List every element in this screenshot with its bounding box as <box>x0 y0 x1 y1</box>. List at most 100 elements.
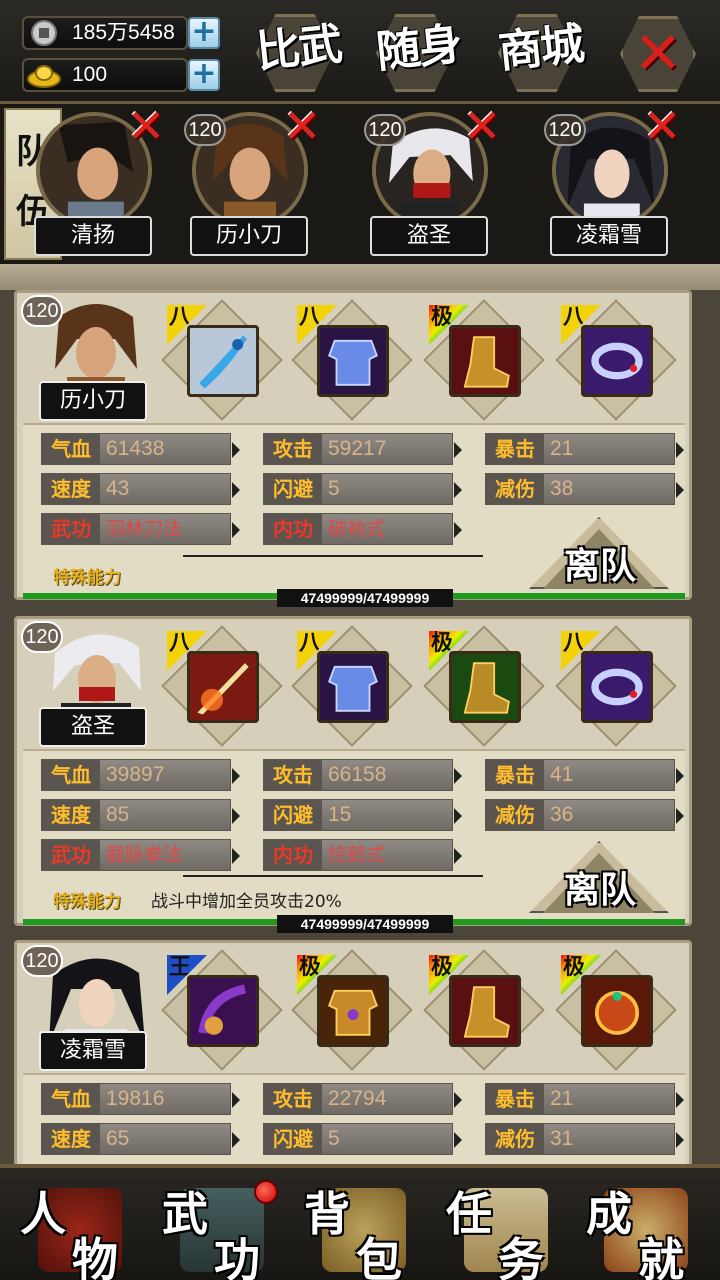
stat-reduce: 减伤 36 <box>485 799 684 831</box>
equip-slot-boots[interactable]: 极 <box>423 625 545 747</box>
nav-quest[interactable]: 任 务 <box>434 1174 574 1280</box>
weapon-icon <box>187 651 259 723</box>
nav-character[interactable]: 人 物 <box>8 1174 148 1280</box>
hero-name: 凌霜雪 <box>39 1031 147 1071</box>
hero-card: 120 历小刀 八 八 极 八 气血 61438 攻击 59217 暴击 21 … <box>14 290 692 607</box>
bracelet-icon <box>581 651 653 723</box>
stat-attack: 攻击 66158 <box>263 759 462 791</box>
hero-stats: 气血 39897 攻击 66158 暴击 41 速度 85 闪避 15 减伤 3… <box>23 749 685 919</box>
stat-value: 22794 <box>328 1087 387 1110</box>
nav-label-2: 务 <box>498 1233 544 1280</box>
remove-member-icon[interactable]: ✕ <box>460 103 504 150</box>
hp-text: 47499999/47499999 <box>277 915 453 933</box>
equip-slot-weapon[interactable]: 八 <box>161 625 283 747</box>
stat-crit: 暴击 21 <box>485 433 684 465</box>
bracelet-icon <box>581 325 653 397</box>
stat-value: 61438 <box>106 437 165 460</box>
armor-icon <box>317 651 389 723</box>
stat-label: 攻击 <box>264 1084 322 1114</box>
member-name: 盗圣 <box>370 216 488 256</box>
equip-slot-boots[interactable]: 极 <box>423 949 545 1071</box>
nav-label-2: 功 <box>214 1233 260 1280</box>
divider <box>183 555 483 557</box>
stat-crit: 暴击 41 <box>485 759 684 791</box>
hero-list[interactable]: 120 历小刀 八 八 极 八 气血 61438 攻击 59217 暴击 21 … <box>0 264 720 1164</box>
content-band <box>0 264 720 290</box>
stat-label: 速度 <box>42 474 100 504</box>
silver-amount: 185万5458 <box>72 21 175 44</box>
remove-member-icon[interactable]: ✕ <box>124 103 168 150</box>
member-level: 120 <box>544 114 586 146</box>
stat-label: 暴击 <box>486 434 544 464</box>
add-gold-button[interactable]: + <box>188 59 220 91</box>
whip-icon <box>187 975 259 1047</box>
stat-value: 19816 <box>106 1087 165 1110</box>
arena-label: 比武 <box>254 18 343 79</box>
stat-label: 内功 <box>264 840 322 870</box>
nav-achievement[interactable]: 成 就 <box>574 1174 714 1280</box>
stat-value: 21 <box>550 1087 574 1110</box>
stat-value: 31 <box>550 1127 574 1150</box>
close-icon: ✕ <box>633 19 683 87</box>
arena-button[interactable]: 比武 <box>246 6 346 98</box>
stat-speed: 速度 43 <box>41 473 240 505</box>
equip-slot-accessory[interactable]: 八 <box>555 299 677 421</box>
leave-team-button[interactable]: 离队 <box>523 517 677 589</box>
equip-slot-boots[interactable]: 极 <box>423 299 545 421</box>
hero-stats: 气血 19816 攻击 22794 暴击 21 速度 65 闪避 5 减伤 31 <box>23 1073 685 1164</box>
hero-name: 盗圣 <box>39 707 147 747</box>
stat-inner[interactable]: 内功 破衲式 <box>263 513 462 545</box>
add-silver-button[interactable]: + <box>188 17 220 49</box>
team-member[interactable]: 120 ✕ 历小刀 <box>184 103 321 258</box>
stat-label: 武功 <box>42 840 100 870</box>
stat-value: 66158 <box>328 763 387 786</box>
equip-slot-weapon[interactable]: 王 <box>161 949 283 1071</box>
stat-martial[interactable]: 武功 截脉拳法 <box>41 839 240 871</box>
stat-inner[interactable]: 内功 控鹤式 <box>263 839 462 871</box>
stat-value: 39897 <box>106 763 165 786</box>
leave-team-label: 离队 <box>563 869 636 911</box>
equip-slot-armor[interactable]: 八 <box>291 625 413 747</box>
team-member[interactable]: 120 ✕ 凌霜雪 <box>544 103 681 258</box>
stat-dodge: 闪避 5 <box>263 473 462 505</box>
special-label: 特殊能力 <box>53 568 121 588</box>
close-button[interactable]: ✕ <box>620 16 696 92</box>
hero-stats: 气血 61438 攻击 59217 暴击 21 速度 43 闪避 5 减伤 38 <box>23 423 685 593</box>
stat-martial[interactable]: 武功 羽林刀法 <box>41 513 240 545</box>
nav-bag[interactable]: 背 包 <box>292 1174 432 1280</box>
equip-slot-accessory[interactable]: 八 <box>555 625 677 747</box>
stat-label: 减伤 <box>486 1124 544 1154</box>
stat-speed: 速度 85 <box>41 799 240 831</box>
equip-slot-armor[interactable]: 极 <box>291 949 413 1071</box>
stat-dodge: 闪避 5 <box>263 1123 462 1155</box>
team-member[interactable]: 120 ✕ 盗圣 <box>364 103 501 258</box>
leave-team-label: 离队 <box>563 545 636 587</box>
equip-slot-weapon[interactable]: 八 <box>161 299 283 421</box>
stat-hp: 气血 19816 <box>41 1083 240 1115</box>
remove-member-icon[interactable]: ✕ <box>280 103 324 150</box>
shop-button[interactable]: 商城 <box>488 6 588 98</box>
hero-card: 120 盗圣 八 八 极 八 气血 39897 攻击 66158 暴击 41 速… <box>14 616 692 933</box>
silver-coin-icon <box>31 20 57 46</box>
stat-label: 武功 <box>42 514 100 544</box>
equip-slot-accessory[interactable]: 极 <box>555 949 677 1071</box>
nav-martial[interactable]: 武 功 <box>150 1174 290 1280</box>
remove-member-icon[interactable]: ✕ <box>640 103 684 150</box>
gold-currency: 100 <box>22 58 188 92</box>
stat-label: 闪避 <box>264 474 322 504</box>
team-member[interactable]: ✕ 清扬 <box>28 103 165 258</box>
stat-value: 36 <box>550 803 574 826</box>
equip-slot-armor[interactable]: 八 <box>291 299 413 421</box>
stat-value: 43 <box>106 477 130 500</box>
stat-value: 41 <box>550 763 574 786</box>
stat-value: 破衲式 <box>328 518 386 540</box>
carry-button[interactable]: 随身 <box>366 6 466 98</box>
leave-team-button[interactable]: 离队 <box>523 841 677 913</box>
weapon-icon <box>187 325 259 397</box>
hp-text: 47499999/47499999 <box>277 589 453 607</box>
gold-amount: 100 <box>72 63 108 86</box>
nav-label-1: 背 <box>304 1187 350 1241</box>
stat-value: 65 <box>106 1127 130 1150</box>
hero-card: 120 凌霜雪 王 极 极 极 气血 19816 攻击 22794 暴击 21 … <box>14 940 692 1164</box>
stat-value: 截脉拳法 <box>106 844 183 866</box>
